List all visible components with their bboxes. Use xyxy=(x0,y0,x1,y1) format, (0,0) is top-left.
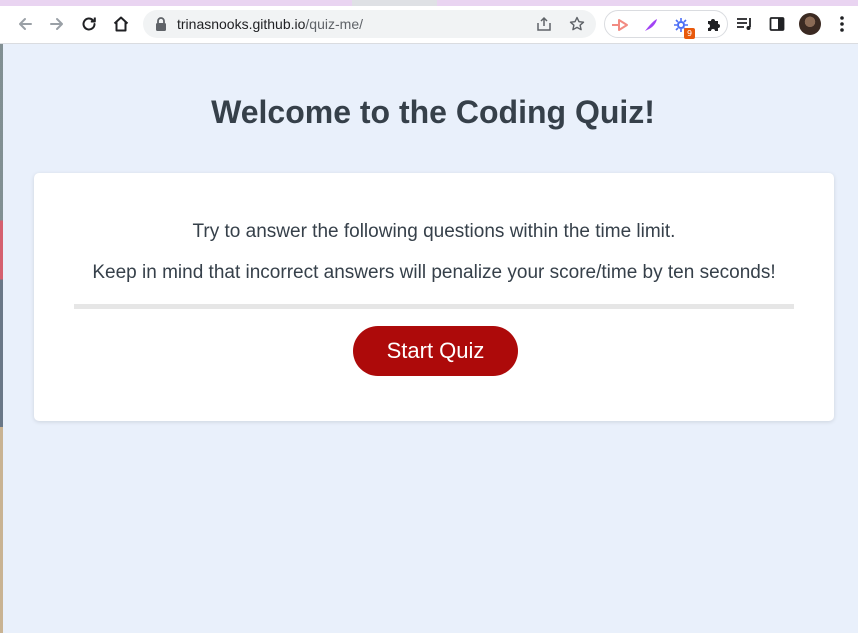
profile-avatar[interactable] xyxy=(799,13,821,35)
forward-arrow-icon xyxy=(50,18,63,30)
url-host: trinasnooks.github.io xyxy=(177,16,306,32)
divider xyxy=(74,304,794,309)
back-arrow-icon xyxy=(19,18,32,30)
reload-button[interactable] xyxy=(75,10,103,38)
address-bar[interactable]: trinasnooks.github.io/quiz-me/ xyxy=(143,10,596,38)
kebab-menu-icon[interactable] xyxy=(830,12,854,36)
start-quiz-button[interactable]: Start Quiz xyxy=(353,326,518,376)
sparkle-extension-icon[interactable]: 9 xyxy=(671,15,695,39)
page-title: Welcome to the Coding Quiz! xyxy=(211,94,655,130)
page-viewport: Welcome to the Coding Quiz! Try to answe… xyxy=(0,44,858,633)
url-text[interactable]: trinasnooks.github.io/quiz-me/ xyxy=(177,16,363,32)
extension-badge: 9 xyxy=(684,28,695,39)
home-icon xyxy=(113,16,129,32)
url-path: /quiz-me/ xyxy=(305,16,363,32)
lock-icon[interactable] xyxy=(155,17,167,36)
back-button[interactable] xyxy=(11,10,39,38)
share-icon[interactable] xyxy=(535,15,553,33)
side-panel-icon[interactable] xyxy=(765,12,789,36)
quill-extension-icon[interactable] xyxy=(641,15,661,35)
pinned-extensions: 9 xyxy=(604,10,728,39)
home-button[interactable] xyxy=(107,10,135,38)
star-icon[interactable] xyxy=(568,15,586,33)
background-window-edge xyxy=(0,44,3,633)
reading-list-icon[interactable] xyxy=(733,12,757,36)
forward-button[interactable] xyxy=(43,10,71,38)
reload-icon xyxy=(82,17,96,31)
puzzle-extensions-icon[interactable] xyxy=(703,15,723,35)
penalty-warning-text: Keep in mind that incorrect answers will… xyxy=(92,262,776,283)
instruction-text: Try to answer the following questions wi… xyxy=(192,221,676,242)
cast-extension-icon[interactable] xyxy=(610,15,630,35)
browser-toolbar: trinasnooks.github.io/quiz-me/ 9 xyxy=(0,6,858,44)
quiz-intro-card: Try to answer the following questions wi… xyxy=(34,173,834,421)
